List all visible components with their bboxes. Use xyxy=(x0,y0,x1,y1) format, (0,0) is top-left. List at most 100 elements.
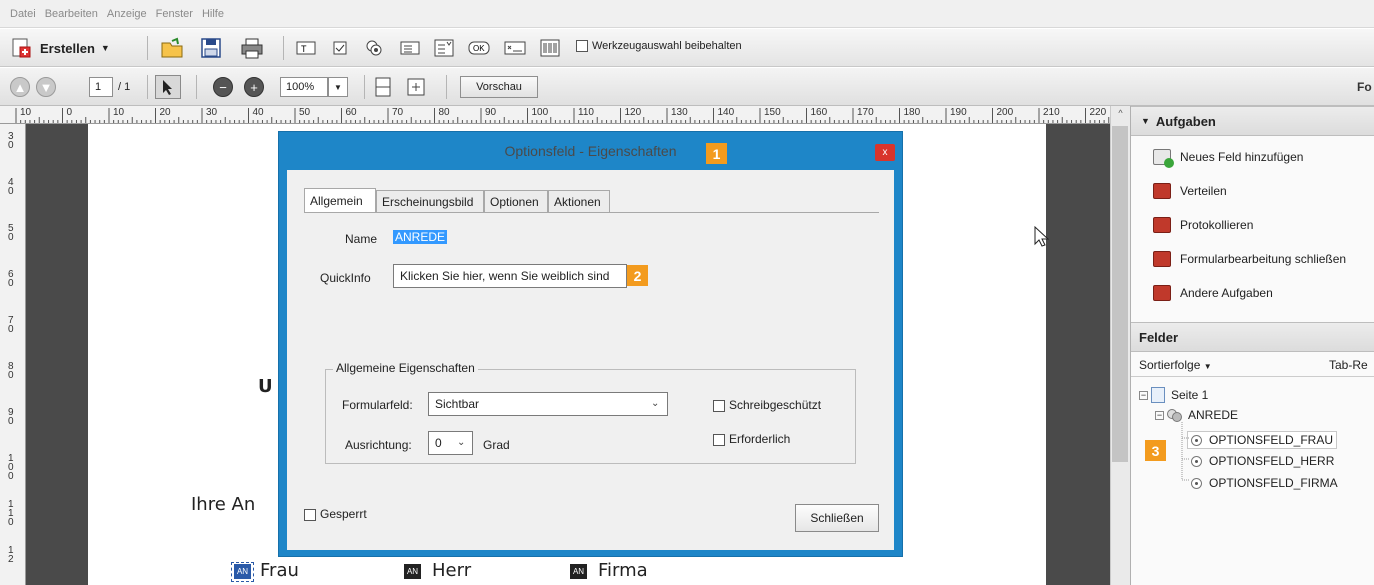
option-frau: Frau xyxy=(260,560,299,581)
collapse-icon[interactable]: − xyxy=(1155,410,1164,420)
page-number-input[interactable]: 1 xyxy=(89,77,113,97)
tab-order-label[interactable]: Tab-Re xyxy=(1329,358,1368,372)
task-label: Verteilen xyxy=(1180,184,1227,198)
close-form-icon xyxy=(1153,251,1171,267)
locked-checkbox[interactable]: Gesperrt xyxy=(304,507,367,521)
keep-tool-label: Werkzeugauswahl beibehalten xyxy=(592,40,742,52)
fit-page-button[interactable] xyxy=(373,77,393,97)
formfield-select[interactable]: Sichtbar xyxy=(428,392,668,416)
tree-page[interactable]: − Seite 1 xyxy=(1139,387,1208,403)
radio-field-icon[interactable]: AN xyxy=(234,564,251,579)
previous-page-button[interactable]: ▲ xyxy=(10,77,30,97)
fields-header: Felder xyxy=(1131,322,1374,352)
menu-bearbeiten[interactable]: Bearbeiten xyxy=(45,8,98,20)
tree-item-firma[interactable]: OPTIONSFELD_FIRMA xyxy=(1191,476,1338,490)
tab-divider xyxy=(304,212,879,213)
menu-datei[interactable]: Datei xyxy=(10,8,36,20)
zoom-out-button[interactable]: − xyxy=(213,77,233,97)
readonly-checkbox[interactable]: Schreibgeschützt xyxy=(713,398,821,412)
print-button[interactable] xyxy=(240,37,264,59)
radio-group-icon xyxy=(1167,408,1183,422)
menu-fenster[interactable]: Fenster xyxy=(156,8,193,20)
ruler-label: 9 0 xyxy=(8,407,14,427)
ruler-label: 6 0 xyxy=(8,269,14,289)
fit-page-icon xyxy=(375,77,391,97)
toolbar-divider xyxy=(147,36,148,60)
readonly-label: Schreibgeschützt xyxy=(729,398,822,412)
distribute-icon xyxy=(1153,183,1171,199)
tree-group-anrede[interactable]: − ANREDE xyxy=(1155,408,1238,422)
checkbox-box[interactable] xyxy=(713,399,725,412)
scrollbar-thumb[interactable] xyxy=(1112,126,1128,462)
menu-anzeige[interactable]: Anzeige xyxy=(107,8,147,20)
button-tool[interactable]: OK xyxy=(468,40,490,56)
radio-field-icon[interactable]: AN xyxy=(404,564,421,579)
save-button[interactable] xyxy=(200,37,222,59)
tab-optionen[interactable]: Optionen xyxy=(484,190,548,212)
create-button[interactable]: Erstellen ▼ xyxy=(10,37,110,59)
radio-field-icon[interactable]: AN xyxy=(570,564,587,579)
dialog-title-bar[interactable]: Optionsfeld - Eigenschaften xyxy=(279,132,902,170)
keep-tool-checkbox-box[interactable] xyxy=(576,40,588,52)
tab-allgemein[interactable]: Allgemein xyxy=(304,188,376,212)
chevron-up-icon[interactable]: ^ xyxy=(1111,108,1130,118)
radio-item-icon xyxy=(1191,455,1202,467)
full-screen-button[interactable] xyxy=(406,77,426,97)
zoom-value[interactable]: 100% xyxy=(280,77,328,97)
checkbox-box[interactable] xyxy=(304,508,316,521)
ruler-label: 1 1 0 xyxy=(8,499,14,528)
track-icon xyxy=(1153,217,1171,233)
ok-button-icon: OK xyxy=(468,41,490,55)
required-label: Erforderlich xyxy=(729,432,791,446)
plus-icon: + xyxy=(244,77,264,97)
task-track[interactable]: Protokollieren xyxy=(1153,217,1253,233)
tasks-header[interactable]: ▼ Aufgaben xyxy=(1131,106,1374,136)
zoom-in-button[interactable]: + xyxy=(244,77,264,97)
ruler-tick-marks xyxy=(15,108,1119,123)
dropdown-tool[interactable] xyxy=(434,39,454,57)
tab-erscheinungsbild[interactable]: Erscheinungsbild xyxy=(376,190,484,212)
name-label: Name xyxy=(345,232,378,246)
tree-item-label: OPTIONSFELD_FRAU xyxy=(1209,433,1334,447)
task-distribute[interactable]: Verteilen xyxy=(1153,183,1227,199)
task-add-field[interactable]: Neues Feld hinzufügen xyxy=(1153,149,1303,168)
keep-tool-checkbox[interactable]: Werkzeugauswahl beibehalten xyxy=(576,40,742,52)
text-field-icon: T xyxy=(296,41,316,55)
checkbox-tool[interactable] xyxy=(332,40,348,56)
name-value[interactable]: ANREDE xyxy=(393,230,448,244)
tab-aktionen[interactable]: Aktionen xyxy=(548,190,610,212)
task-close-form-editing[interactable]: Formularbearbeitung schließen xyxy=(1153,251,1346,267)
page-number-value[interactable]: 1 xyxy=(89,77,113,97)
signature-tool[interactable] xyxy=(504,40,526,56)
select-tool-button[interactable] xyxy=(155,75,181,99)
text-field-tool[interactable]: T xyxy=(296,40,316,56)
open-button[interactable] xyxy=(160,37,184,59)
chevron-down-icon[interactable]: ⌄ xyxy=(651,398,659,409)
arrow-up-icon: ▲ xyxy=(10,77,30,97)
orientation-select[interactable]: 0 xyxy=(428,431,473,455)
close-dialog-button[interactable]: Schließen xyxy=(795,504,879,532)
required-checkbox[interactable]: Erforderlich xyxy=(713,432,790,446)
tree-item-frau[interactable]: OPTIONSFELD_FRAU xyxy=(1187,431,1338,449)
list-box-tool[interactable] xyxy=(400,40,420,56)
next-page-button[interactable]: ▼ xyxy=(36,77,56,97)
collapse-icon[interactable]: − xyxy=(1139,390,1148,400)
degree-label: Grad xyxy=(483,438,510,452)
ruler-label: 3 0 xyxy=(8,131,14,151)
dialog-close-button[interactable]: x xyxy=(875,144,895,161)
radio-tool[interactable] xyxy=(364,39,384,57)
radio-item-icon xyxy=(1191,434,1202,446)
checkbox-box[interactable] xyxy=(713,433,725,446)
sort-order-dropdown[interactable]: Sortierfolge ▼ xyxy=(1139,358,1212,372)
chevron-down-icon[interactable]: ▼ xyxy=(328,77,348,97)
task-other[interactable]: Andere Aufgaben xyxy=(1153,285,1273,301)
barcode-tool[interactable] xyxy=(540,39,560,57)
chevron-down-icon[interactable]: ⌄ xyxy=(457,437,465,448)
menu-hilfe[interactable]: Hilfe xyxy=(202,8,224,20)
quickinfo-input[interactable]: Klicken Sie hier, wenn Sie weiblich sind xyxy=(393,264,627,288)
preview-button[interactable]: Vorschau xyxy=(460,76,538,98)
tree-item-herr[interactable]: OPTIONSFELD_HERR xyxy=(1191,454,1334,468)
add-field-icon xyxy=(1153,149,1174,168)
barcode-icon xyxy=(540,39,560,57)
zoom-select[interactable]: 100% ▼ xyxy=(280,77,348,97)
